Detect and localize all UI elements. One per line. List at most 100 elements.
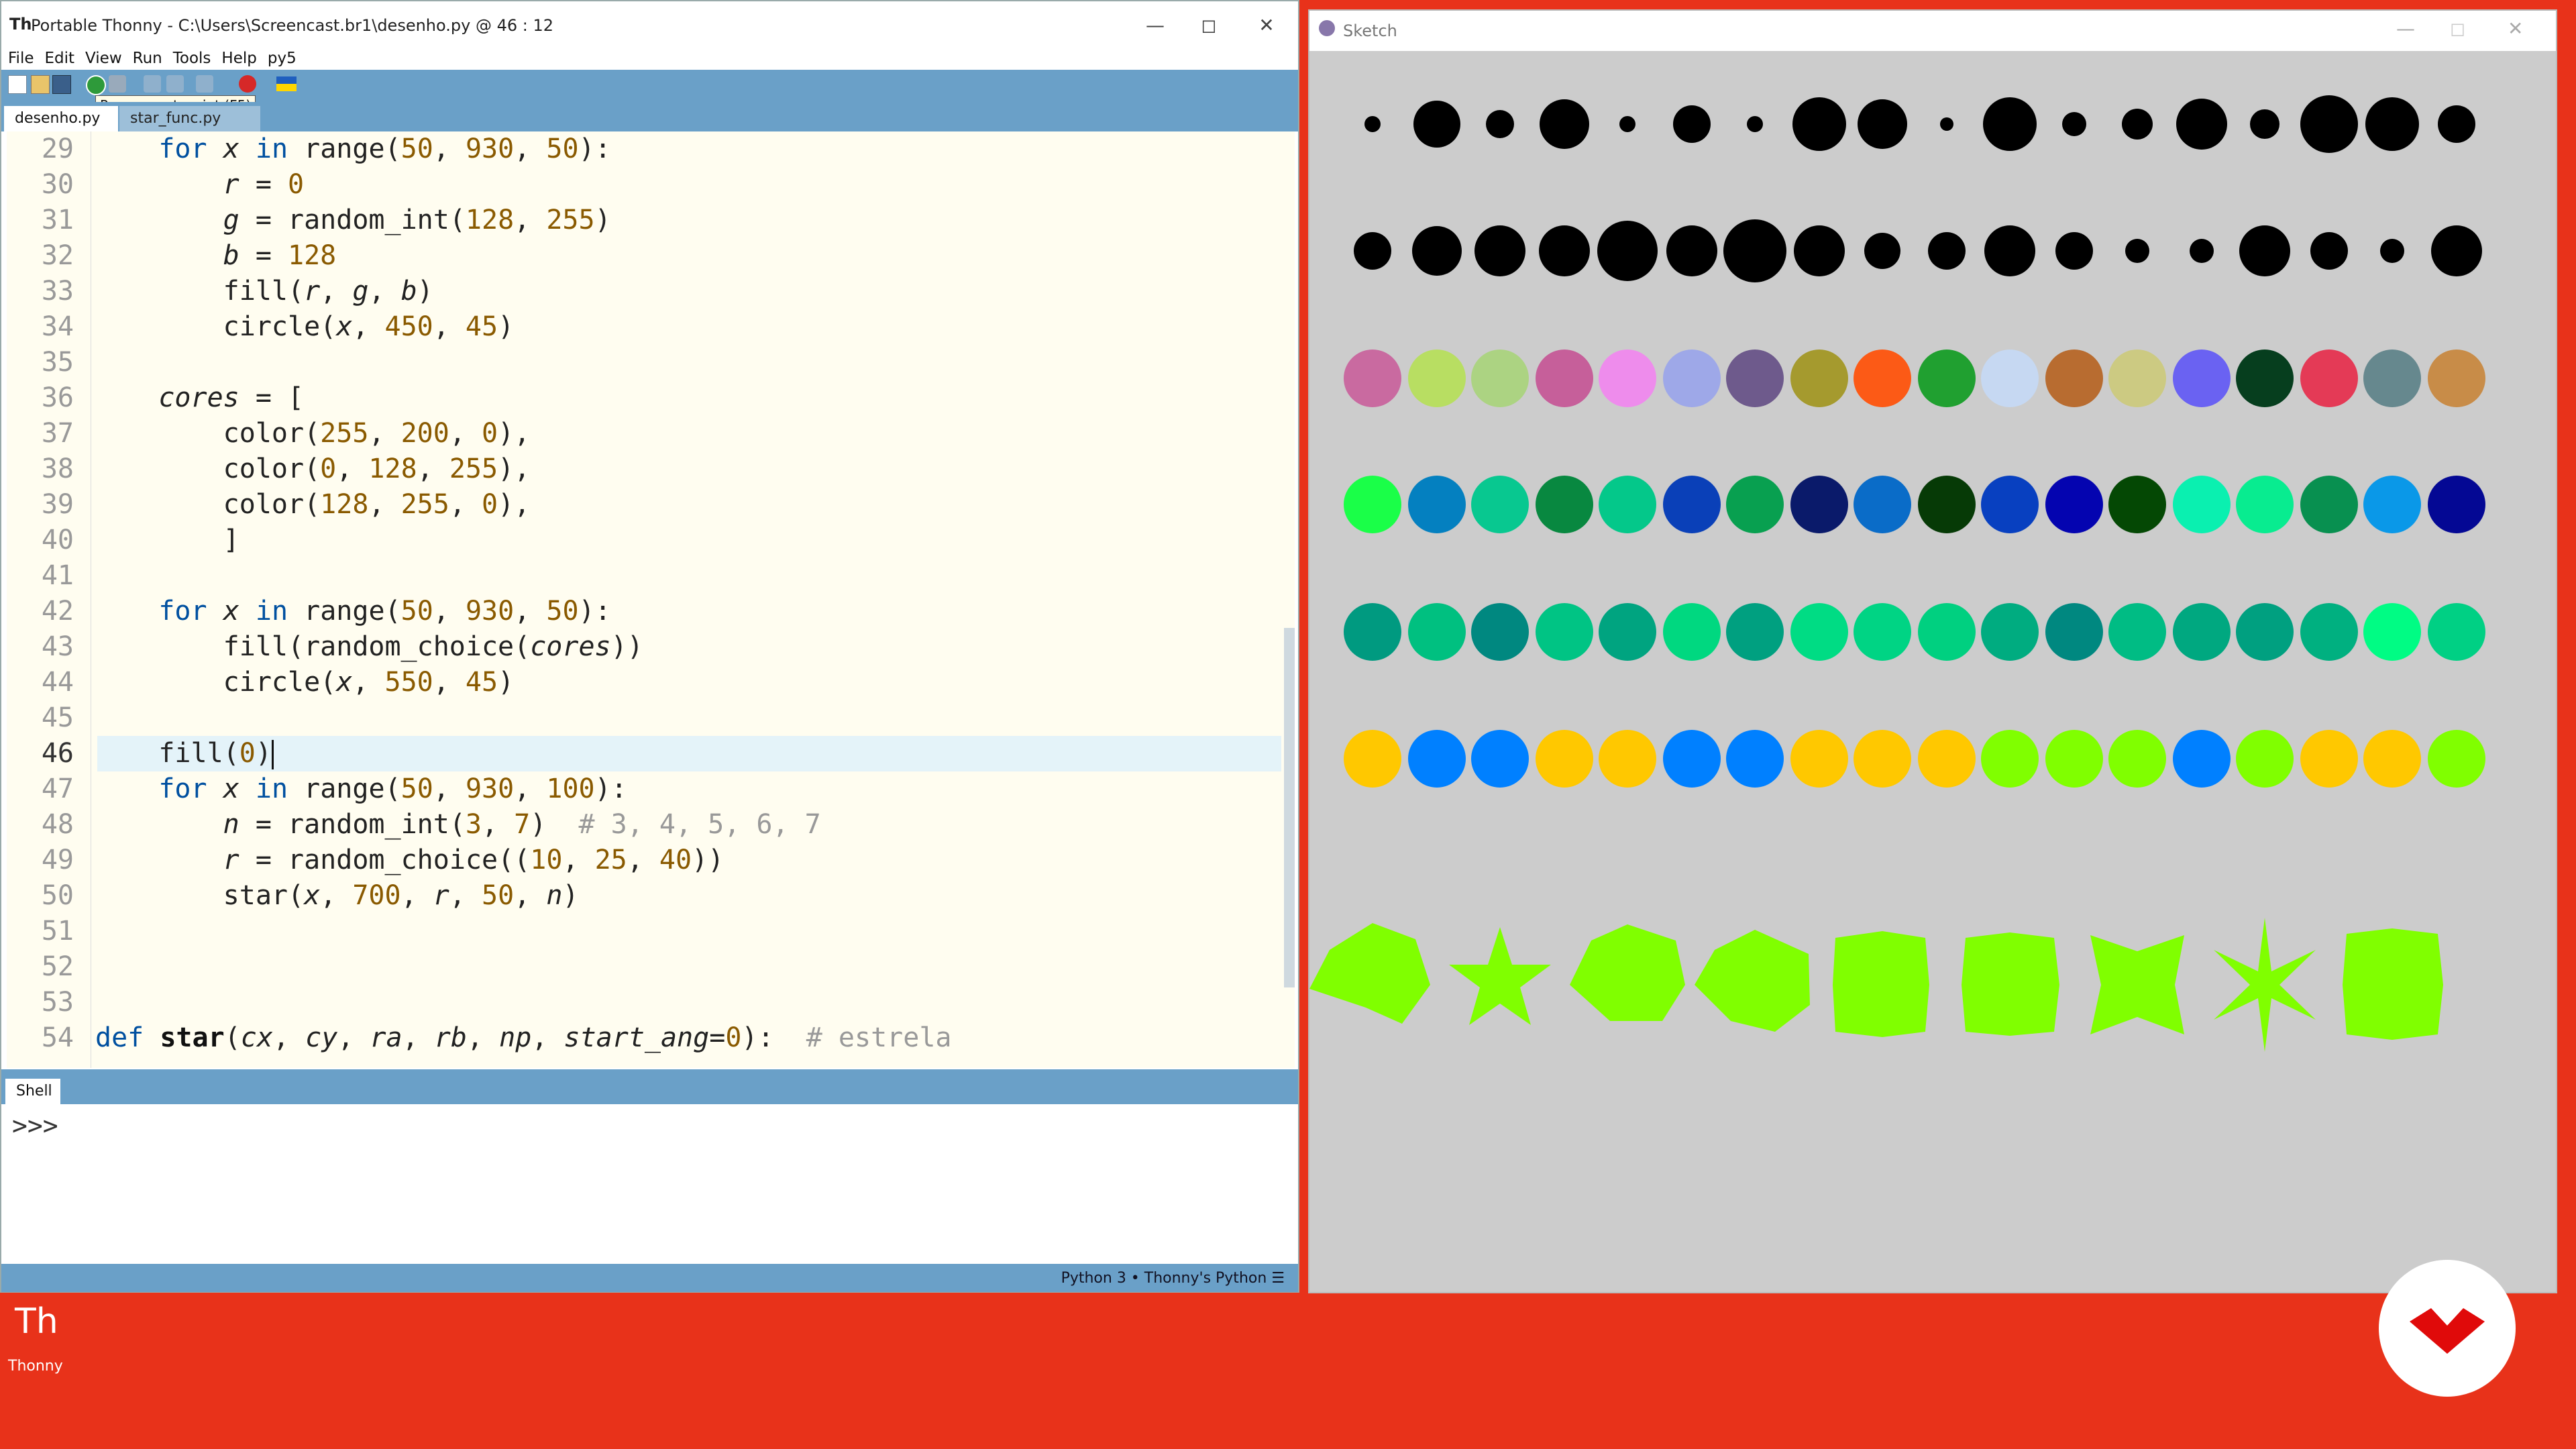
code-line: color(0, 128, 255),	[94, 453, 531, 484]
line-number: 52	[41, 951, 74, 982]
code-line: r = 0	[223, 169, 305, 200]
line-number: 47	[41, 773, 74, 804]
thonny-titlebar[interactable]: Th Portable Thonny - C:\Users\Screencast…	[1, 1, 1298, 50]
sketch-close-icon[interactable]: ✕	[2508, 17, 2523, 40]
sketch-maximize-icon[interactable]: ◻	[2450, 17, 2465, 40]
code-line: color(255, 200, 0),	[94, 418, 531, 449]
line-number: 41	[41, 560, 74, 591]
code-line: color(128, 255, 0),	[94, 489, 531, 520]
star-shape	[2214, 918, 2316, 1052]
code-line: circle(x, 450, 45)	[94, 311, 515, 342]
star-shape	[1695, 930, 1810, 1032]
line-number: 37	[41, 418, 74, 449]
step-over-icon[interactable]	[144, 75, 161, 93]
tab-star-func[interactable]: star_func.py	[119, 106, 260, 131]
line-number: 36	[41, 382, 74, 413]
star-shape	[2090, 935, 2184, 1034]
line-number: 49	[41, 845, 74, 875]
code-line: r = random_choice((10, 25, 40))	[223, 845, 724, 875]
menu-bar: File Edit View Run Tools Help py5	[1, 50, 1298, 70]
thonny-desktop-label: Thonny	[8, 1358, 63, 1375]
line-number: 53	[41, 987, 74, 1018]
sketch-titlebar[interactable]: Sketch — ◻ ✕	[1309, 11, 2556, 51]
shell-tabbar: Shell	[1, 1069, 1298, 1104]
tab-shell[interactable]: Shell	[5, 1079, 60, 1104]
line-number: 43	[41, 631, 74, 662]
code-line: fill(0)	[94, 736, 274, 771]
row-stars	[1309, 918, 2443, 1052]
code-line: ]	[94, 525, 239, 555]
sketch-canvas	[1309, 95, 2485, 1052]
text-caret	[271, 740, 274, 769]
shell-panel[interactable]: >>>	[7, 1104, 1291, 1263]
line-number: 40	[41, 525, 74, 555]
line-number: 46	[41, 738, 74, 769]
debug-icon[interactable]	[109, 75, 126, 93]
step-out-icon[interactable]	[196, 75, 213, 93]
line-gutter: 29 30 31 32 33 34 35 36 37 38 39 40 41 42 43 44 45 46 47 48…	[7, 131, 91, 1068]
thonny-app-icon: Th	[9, 15, 32, 34]
menu-file[interactable]: File	[8, 50, 34, 67]
desktop-thonny-shortcut[interactable]: Th Thonny	[5, 1301, 72, 1382]
save-icon[interactable]	[52, 75, 71, 94]
open-file-icon[interactable]	[31, 75, 50, 94]
star-shape	[1962, 932, 2059, 1036]
sketch-title: Sketch	[1343, 21, 1397, 40]
code-line: b = 128	[223, 240, 337, 271]
code-line: g = random_int(128, 255)	[223, 205, 611, 235]
code-line: fill(r, g, b)	[94, 276, 433, 307]
editor-tabs: star_func.py desenho.py	[1, 102, 1298, 131]
step-into-icon[interactable]	[166, 75, 184, 93]
line-number: 30	[41, 169, 74, 200]
line-number: 51	[41, 916, 74, 947]
star-shape	[1833, 931, 1929, 1037]
code-line: for x in range(50, 930, 50):	[158, 133, 611, 164]
line-number: 39	[41, 489, 74, 520]
line-number: 54	[41, 1022, 74, 1053]
line-number: 31	[41, 205, 74, 235]
row-random-colors	[1344, 350, 2485, 407]
new-file-icon[interactable]	[8, 75, 27, 94]
star-shape	[1570, 924, 1685, 1021]
code-line: fill(random_choice(cores))	[94, 631, 643, 662]
maximize-icon[interactable]: ◻	[1182, 11, 1236, 40]
code-line: circle(x, 550, 45)	[94, 667, 515, 698]
code-editor[interactable]: 29 30 31 32 33 34 35 36 37 38 39 40 41 42 43 44 45 46 47 48…	[7, 131, 1295, 1068]
menu-py5[interactable]: py5	[268, 50, 297, 67]
code-line: cores = [	[158, 382, 305, 413]
window-title: Portable Thonny - C:\Users\Screencast.br…	[31, 16, 554, 35]
run-icon[interactable]	[86, 75, 106, 95]
menu-help[interactable]: Help	[221, 50, 256, 67]
code-line: def star(cx, cy, ra, rb, np, start_ang=0…	[95, 1022, 952, 1053]
stop-icon[interactable]	[239, 75, 256, 93]
code-line: star(x, 700, r, 50, n)	[94, 880, 579, 911]
menu-tools[interactable]: Tools	[173, 50, 211, 67]
line-number: 38	[41, 453, 74, 484]
menu-edit[interactable]: Edit	[45, 50, 75, 67]
line-number: 34	[41, 311, 74, 342]
tab-desenho[interactable]: desenho.py	[4, 106, 118, 131]
line-number: 50	[41, 880, 74, 911]
line-number: 48	[41, 809, 74, 840]
row-cores-choice	[1344, 730, 2485, 788]
minimize-icon[interactable]: —	[1128, 11, 1182, 40]
line-number: 29	[41, 133, 74, 164]
editor-scrollbar[interactable]	[1284, 628, 1295, 987]
line-number: 32	[41, 240, 74, 271]
row-green-shades	[1344, 603, 2485, 661]
line-number: 44	[41, 667, 74, 698]
sketch-window: Sketch — ◻ ✕	[1308, 9, 2557, 1293]
sketch-app-icon	[1319, 20, 1335, 36]
row-black-dots-1	[1364, 95, 2475, 153]
ukraine-flag-icon[interactable]	[276, 76, 297, 91]
current-line-highlight	[97, 736, 1281, 771]
line-number: 33	[41, 276, 74, 307]
row-green-blue	[1344, 476, 2485, 533]
menu-run[interactable]: Run	[133, 50, 162, 67]
row-black-dots-2	[1354, 219, 2482, 282]
menu-view[interactable]: View	[85, 50, 122, 67]
interpreter-status[interactable]: Python 3 • Thonny's Python ☰	[1061, 1270, 1285, 1287]
code-line: n = random_int(3, 7) # 3, 4, 5, 6, 7	[223, 809, 821, 840]
sketch-minimize-icon[interactable]: —	[2396, 17, 2415, 40]
close-icon[interactable]: ✕	[1240, 11, 1293, 40]
